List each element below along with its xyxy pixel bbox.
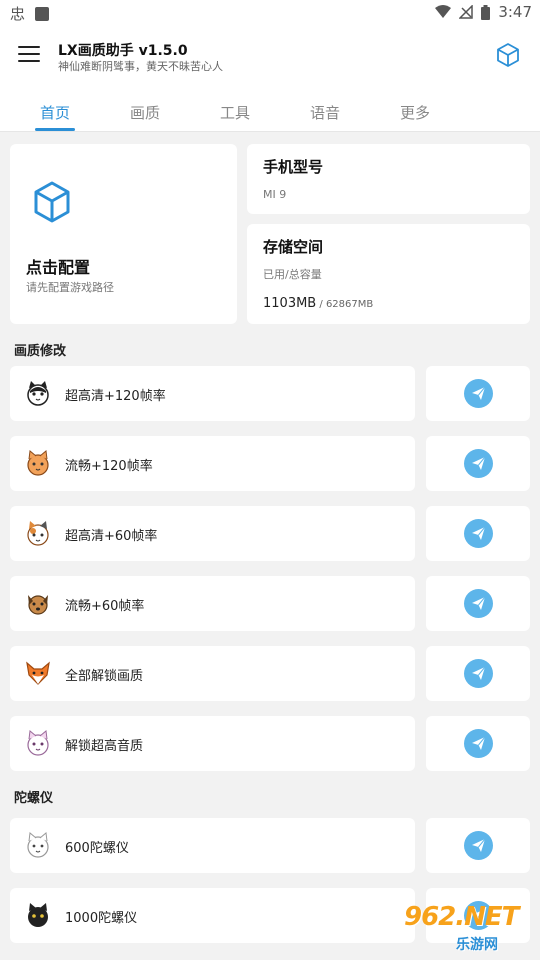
status-time: 3:47 bbox=[498, 3, 532, 21]
send-icon bbox=[464, 729, 493, 758]
white-cat-icon bbox=[27, 730, 49, 756]
white-cat-face-icon bbox=[27, 832, 49, 858]
option-label: 全部解锁画质 bbox=[65, 669, 144, 684]
notification-square-icon bbox=[35, 6, 50, 21]
send-icon bbox=[464, 449, 493, 478]
tab-quality[interactable]: 画质 bbox=[115, 102, 175, 123]
phone-model-title: 手机型号 bbox=[263, 158, 324, 176]
tab-tools[interactable]: 工具 bbox=[205, 102, 265, 123]
notification-app-icon: 忠 bbox=[10, 5, 26, 23]
apply-button[interactable] bbox=[426, 646, 530, 701]
send-icon bbox=[464, 589, 493, 618]
app-subtitle: 神仙难断阴骘事，黄天不昧苦心人 bbox=[58, 60, 223, 73]
tab-indicator bbox=[35, 128, 75, 131]
tab-more[interactable]: 更多 bbox=[385, 102, 445, 123]
section-title-gyro: 陀螺仪 bbox=[14, 791, 54, 806]
config-card[interactable]: 点击配置 请先配置游戏路径 bbox=[10, 144, 237, 324]
send-icon bbox=[464, 831, 493, 860]
option-label: 600陀螺仪 bbox=[65, 841, 129, 856]
apply-button[interactable] bbox=[426, 576, 530, 631]
tab-voice[interactable]: 语音 bbox=[295, 102, 355, 123]
send-icon bbox=[464, 519, 493, 548]
option-row[interactable]: 超高清+60帧率 bbox=[10, 506, 415, 561]
apply-button[interactable] bbox=[426, 506, 530, 561]
cube-icon bbox=[34, 181, 70, 223]
storage-total: / 62867MB bbox=[316, 299, 374, 310]
send-icon bbox=[464, 379, 493, 408]
option-row[interactable]: 600陀螺仪 bbox=[10, 818, 415, 873]
option-row[interactable]: 解锁超高音质 bbox=[10, 716, 415, 771]
menu-icon[interactable] bbox=[18, 46, 40, 64]
fox-icon bbox=[26, 661, 50, 685]
phone-model-card: 手机型号 MI 9 bbox=[247, 144, 530, 214]
watermark-logo: 962.NET 乐游网 bbox=[400, 902, 536, 956]
option-row[interactable]: 流畅+60帧率 bbox=[10, 576, 415, 631]
option-label: 超高清+60帧率 bbox=[65, 529, 158, 544]
phone-model-value: MI 9 bbox=[263, 188, 287, 201]
app-bar: LX画质助手 v1.5.0 神仙难断阴骘事，黄天不昧苦心人 bbox=[0, 26, 540, 88]
calico-cat-icon bbox=[27, 521, 49, 546]
option-row[interactable]: 流畅+120帧率 bbox=[10, 436, 415, 491]
storage-subtitle: 已用/总容量 bbox=[263, 268, 322, 281]
apply-button[interactable] bbox=[426, 436, 530, 491]
app-title: LX画质助手 v1.5.0 bbox=[58, 43, 188, 59]
option-label: 流畅+120帧率 bbox=[65, 459, 153, 474]
tab-bar: 首页 画质 工具 语音 更多 bbox=[0, 88, 540, 132]
apply-button[interactable] bbox=[426, 716, 530, 771]
section-title-quality: 画质修改 bbox=[14, 344, 67, 359]
orange-cat-icon bbox=[27, 450, 49, 476]
send-icon bbox=[464, 659, 493, 688]
storage-value: 1103MB / 62867MB bbox=[263, 296, 373, 311]
option-label: 流畅+60帧率 bbox=[65, 599, 145, 614]
battery-icon bbox=[481, 4, 491, 20]
apply-button[interactable] bbox=[426, 366, 530, 421]
cube-icon[interactable] bbox=[496, 42, 520, 68]
black-cat-icon bbox=[28, 903, 48, 927]
option-row[interactable]: 全部解锁画质 bbox=[10, 646, 415, 701]
config-title: 点击配置 bbox=[26, 258, 91, 277]
storage-used: 1103MB bbox=[263, 296, 317, 311]
storage-card: 存储空间 已用/总容量 1103MB / 62867MB bbox=[247, 224, 530, 324]
watermark-brand: 962.NET bbox=[404, 902, 519, 932]
storage-title: 存储空间 bbox=[263, 238, 324, 256]
config-subtitle: 请先配置游戏路径 bbox=[26, 281, 114, 294]
no-signal-icon bbox=[459, 5, 474, 19]
option-label: 超高清+120帧率 bbox=[65, 389, 166, 404]
brown-dog-icon bbox=[28, 595, 48, 615]
apply-button[interactable] bbox=[426, 818, 530, 873]
option-label: 1000陀螺仪 bbox=[65, 911, 138, 926]
watermark-text: 乐游网 bbox=[456, 937, 498, 953]
option-row[interactable]: 超高清+120帧率 bbox=[10, 366, 415, 421]
option-label: 解锁超高音质 bbox=[65, 739, 144, 754]
option-row[interactable]: 1000陀螺仪 bbox=[10, 888, 415, 943]
tab-home[interactable]: 首页 bbox=[25, 102, 85, 123]
status-bar: 忠 3:47 bbox=[0, 0, 540, 26]
black-white-cat-icon bbox=[27, 381, 49, 406]
wifi-icon bbox=[435, 5, 452, 18]
